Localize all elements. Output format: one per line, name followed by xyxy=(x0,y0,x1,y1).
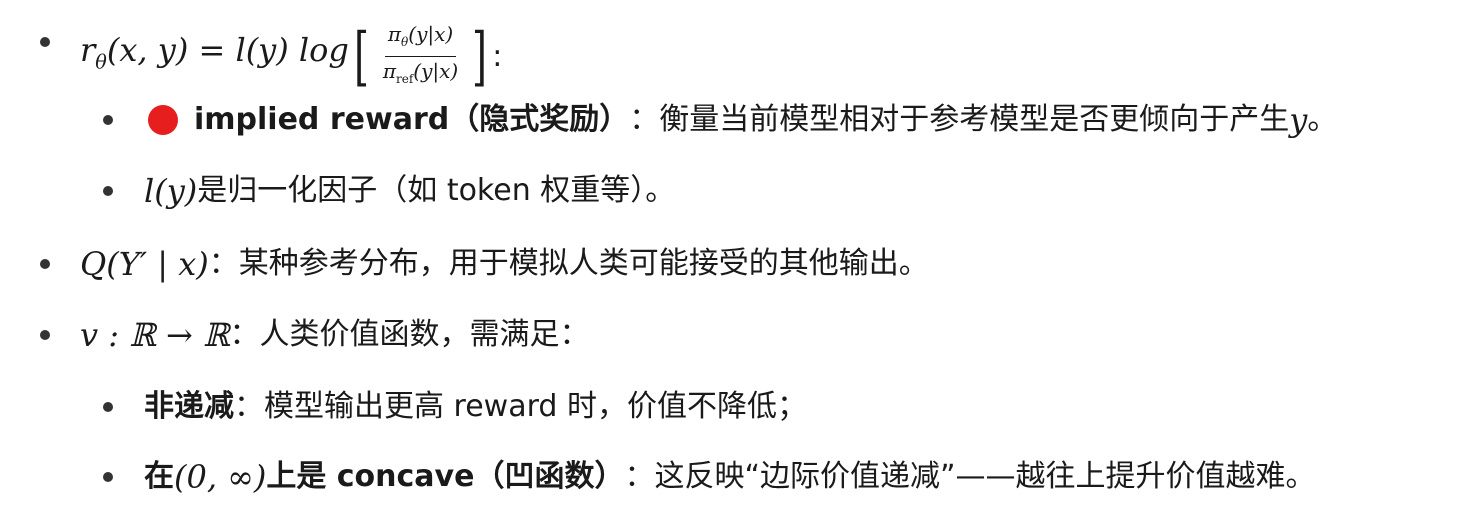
bullet-item-non-decreasing: 非递减 ：模型输出更高 reward 时，价值不降低； xyxy=(144,387,807,427)
formula-colon: : xyxy=(492,38,503,74)
right-bracket: ] xyxy=(472,19,488,94)
formula-reward: rθ(x, y) = l(y) log xyxy=(80,31,349,74)
bullet-dot xyxy=(40,37,50,47)
bullet-item-reward-formula: rθ(x, y) = l(y) log [ πθ(y|x) πref(y|x) … xyxy=(80,22,502,91)
math-interval: (0, ∞) xyxy=(174,458,267,496)
bullet-dot xyxy=(40,259,50,269)
bullet-item-normalizer: l(y) 是归一化因子（如 token 权重等）。 xyxy=(144,171,675,211)
bullet-item-reference-distribution: Q(Y′ | x) ：某种参考分布，用于模拟人类可能接受的其他输出。 xyxy=(80,244,929,284)
formula-fraction: πθ(y|x) πref(y|x) xyxy=(382,22,459,86)
bullet-item-value-function: v : ℝ → ℝ ：人类价值函数，需满足： xyxy=(80,315,590,355)
bullet-item-implied-reward: implied reward（隐式奖励） ：衡量当前模型相对于参考模型是否更倾向… xyxy=(148,100,1337,140)
non-decreasing-desc: ：模型输出更高 reward 时，价值不降低； xyxy=(234,389,807,424)
bullet-dot xyxy=(103,186,113,196)
math-l-y: l(y) xyxy=(144,172,198,210)
reference-distribution-desc: ：某种参考分布，用于模拟人类可能接受的其他输出。 xyxy=(208,246,929,281)
non-decreasing-term: 非递减 xyxy=(144,389,234,424)
bullet-dot xyxy=(40,330,50,340)
bullet-item-concave: 在 (0, ∞) 上是 concave（凹函数） ：这反映“边际价值递减”——越… xyxy=(144,457,1316,497)
left-bracket: [ xyxy=(353,19,369,94)
concave-term-post: 上是 concave（凹函数） xyxy=(266,459,625,494)
implied-reward-desc: ：衡量当前模型相对于参考模型是否更倾向于产生 xyxy=(629,102,1290,137)
concave-term-pre: 在 xyxy=(144,459,174,494)
implied-reward-end: 。 xyxy=(1307,102,1338,137)
normalizer-desc: 是归一化因子（如 token 权重等）。 xyxy=(197,173,676,208)
bullet-dot xyxy=(103,115,113,125)
bullet-dot xyxy=(103,402,113,412)
red-circle-icon xyxy=(148,105,178,135)
math-v: v : ℝ → ℝ xyxy=(80,316,230,354)
concave-desc: ：这反映“边际价值递减”——越往上提升价值越难。 xyxy=(624,459,1316,494)
value-function-desc: ：人类价值函数，需满足： xyxy=(229,317,590,352)
math-y: y xyxy=(1289,101,1308,139)
math-q: Q(Y′ | x) xyxy=(80,245,209,283)
implied-reward-term: implied reward（隐式奖励） xyxy=(194,102,630,137)
bullet-dot xyxy=(103,472,113,482)
